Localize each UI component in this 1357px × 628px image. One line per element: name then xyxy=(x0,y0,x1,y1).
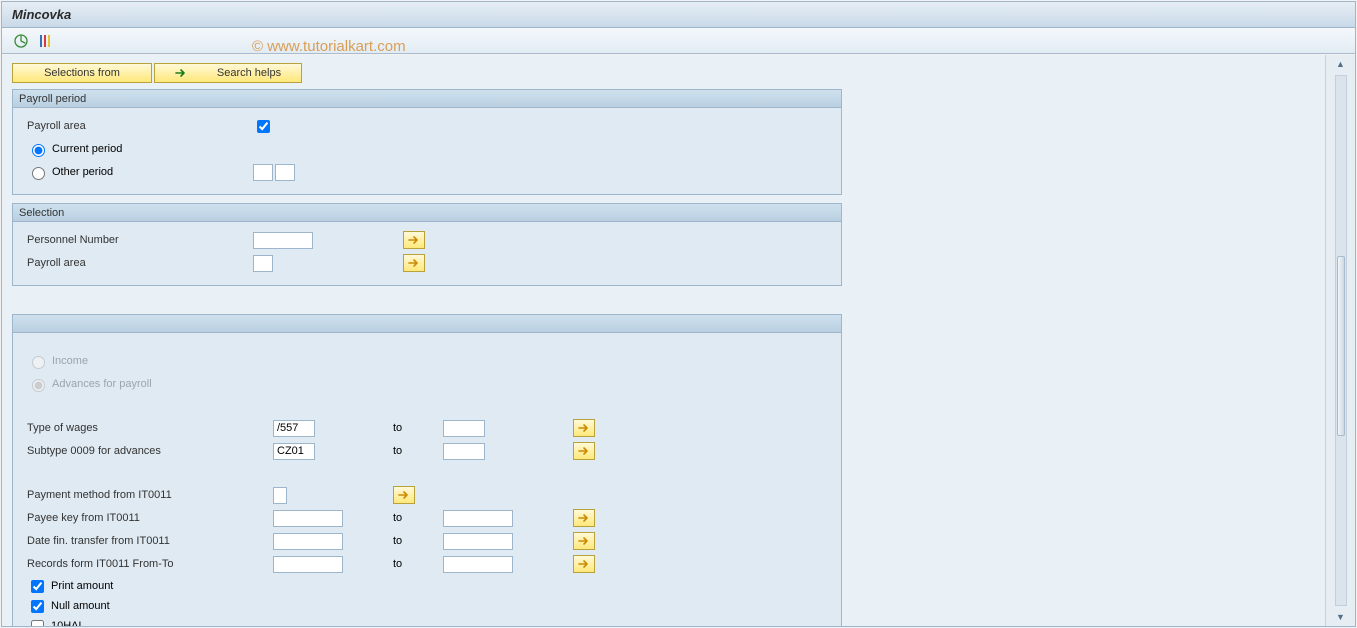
subtype-label: Subtype 0009 for advances xyxy=(23,445,273,457)
subtype-to-input[interactable] xyxy=(443,443,485,460)
personnel-number-input[interactable] xyxy=(253,232,313,249)
date-fin-multi-select[interactable] xyxy=(573,532,595,550)
vertical-scrollbar[interactable]: ▲ ▼ xyxy=(1325,55,1355,626)
selection-title: Selection xyxy=(13,204,841,222)
date-fin-to-input[interactable] xyxy=(443,533,513,550)
scroll-down-arrow[interactable]: ▼ xyxy=(1326,608,1355,626)
records-label: Records form IT0011 From-To xyxy=(23,558,273,570)
selections-from-button[interactable]: Selections from xyxy=(12,63,152,83)
payee-key-to-input[interactable] xyxy=(443,510,513,527)
scroll-thumb[interactable] xyxy=(1337,256,1345,436)
other-period-input-1[interactable] xyxy=(253,164,273,181)
current-period-label: Current period xyxy=(52,143,122,155)
app-toolbar xyxy=(2,28,1355,54)
type-of-wages-from-input[interactable] xyxy=(273,420,315,437)
payee-key-multi-select[interactable] xyxy=(573,509,595,527)
other-period-radio[interactable] xyxy=(32,167,45,180)
arrow-right-icon xyxy=(175,68,187,78)
scroll-up-arrow[interactable]: ▲ xyxy=(1326,55,1355,73)
type-of-wages-multi-select[interactable] xyxy=(573,419,595,437)
selection-payroll-area-input[interactable] xyxy=(253,255,273,272)
date-fin-label: Date fin. transfer from IT0011 xyxy=(23,535,273,547)
personnel-number-multi-select[interactable] xyxy=(403,231,425,249)
subtype-from-input[interactable] xyxy=(273,443,315,460)
to-label-1: to xyxy=(393,422,402,434)
records-multi-select[interactable] xyxy=(573,555,595,573)
button-row: Selections from Search helps xyxy=(12,63,1315,83)
scroll-track[interactable] xyxy=(1335,75,1347,606)
payee-key-label: Payee key from IT0011 xyxy=(23,512,273,524)
variant-icon[interactable] xyxy=(36,32,54,50)
null-amount-label: Null amount xyxy=(51,600,110,612)
personnel-number-label: Personnel Number xyxy=(23,234,253,246)
to-label-4: to xyxy=(393,535,402,547)
execute-icon[interactable] xyxy=(12,32,30,50)
records-from-input[interactable] xyxy=(273,556,343,573)
to-label-2: to xyxy=(393,445,402,457)
print-amount-label: Print amount xyxy=(51,580,113,592)
records-to-input[interactable] xyxy=(443,556,513,573)
advances-radio-row: Advances for payroll xyxy=(23,376,253,392)
other-period-radio-row[interactable]: Other period xyxy=(23,164,253,180)
page-title: Mincovka xyxy=(12,7,71,22)
to-label-3: to xyxy=(393,512,402,524)
search-helps-button[interactable]: Search helps xyxy=(154,63,302,83)
advances-label: Advances for payroll xyxy=(52,378,152,390)
null-amount-checkbox[interactable] xyxy=(31,600,44,613)
work-area: Selections from Search helps Payroll per… xyxy=(2,55,1325,626)
selection-payroll-area-label: Payroll area xyxy=(23,257,253,269)
subtype-multi-select[interactable] xyxy=(573,442,595,460)
payroll-period-group: Payroll period Payroll area Current peri… xyxy=(12,89,842,195)
current-period-radio[interactable] xyxy=(32,144,45,157)
income-label: Income xyxy=(52,355,88,367)
to-label-5: to xyxy=(393,558,402,570)
type-of-wages-to-input[interactable] xyxy=(443,420,485,437)
selections-from-label: Selections from xyxy=(44,67,120,79)
print-amount-checkbox[interactable] xyxy=(31,580,44,593)
selection-payroll-area-multi-select[interactable] xyxy=(403,254,425,272)
selection-group: Selection Personnel Number Payroll area xyxy=(12,203,842,286)
payroll-area-label: Payroll area xyxy=(23,120,253,132)
income-radio xyxy=(32,356,45,369)
type-of-wages-label: Type of wages xyxy=(23,422,273,434)
payment-method-label: Payment method from IT0011 xyxy=(23,489,273,501)
payee-key-from-input[interactable] xyxy=(273,510,343,527)
payroll-period-title: Payroll period xyxy=(13,90,841,108)
search-helps-label: Search helps xyxy=(217,67,281,79)
options-group-title xyxy=(13,315,841,333)
tenhal-label: 10HAL xyxy=(51,620,85,626)
tenhal-checkbox[interactable] xyxy=(31,620,44,627)
income-radio-row: Income xyxy=(23,353,253,369)
other-period-label: Other period xyxy=(52,166,113,178)
options-group: Income Advances for payroll Type of wage… xyxy=(12,314,842,626)
other-period-input-2[interactable] xyxy=(275,164,295,181)
payment-method-input[interactable] xyxy=(273,487,287,504)
payroll-area-checkbox[interactable] xyxy=(257,120,270,133)
advances-radio xyxy=(32,379,45,392)
current-period-radio-row[interactable]: Current period xyxy=(23,141,253,157)
payment-method-multi-select[interactable] xyxy=(393,486,415,504)
date-fin-from-input[interactable] xyxy=(273,533,343,550)
title-bar: Mincovka xyxy=(2,2,1355,28)
